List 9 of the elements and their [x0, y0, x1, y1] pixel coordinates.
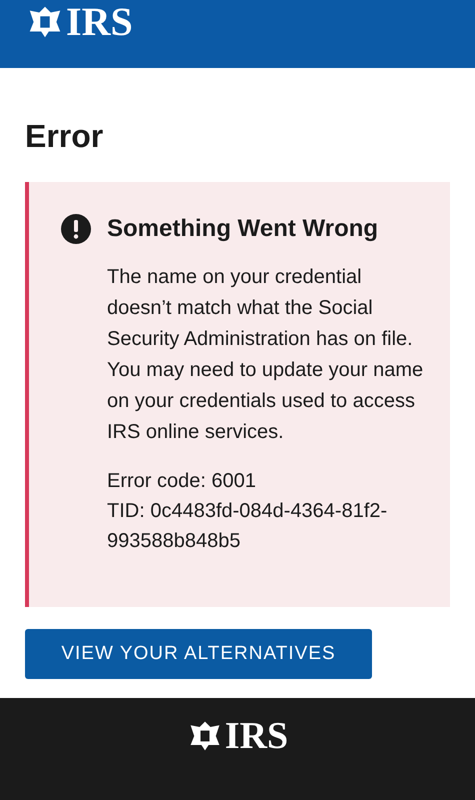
logo-text: IRS [224, 714, 288, 758]
alert-title: Something Went Wrong [107, 214, 378, 244]
alert-message: The name on your credential doesn’t match what the Social Security Administration has on file. You may need to update your name on your credentials used to access IRS online services. [107, 265, 424, 445]
alert-icon [61, 214, 91, 244]
error-detail: Error code: 6001 [107, 469, 257, 494]
view-alternatives-button[interactable]: VIEW YOUR ALTERNATIVES [25, 629, 372, 679]
page-heading: Error [25, 118, 104, 154]
error-detail: TID: 0c4483fd-084d-4364-81f2-993588b848b5 [107, 499, 388, 554]
logo-text: IRS [66, 0, 133, 44]
